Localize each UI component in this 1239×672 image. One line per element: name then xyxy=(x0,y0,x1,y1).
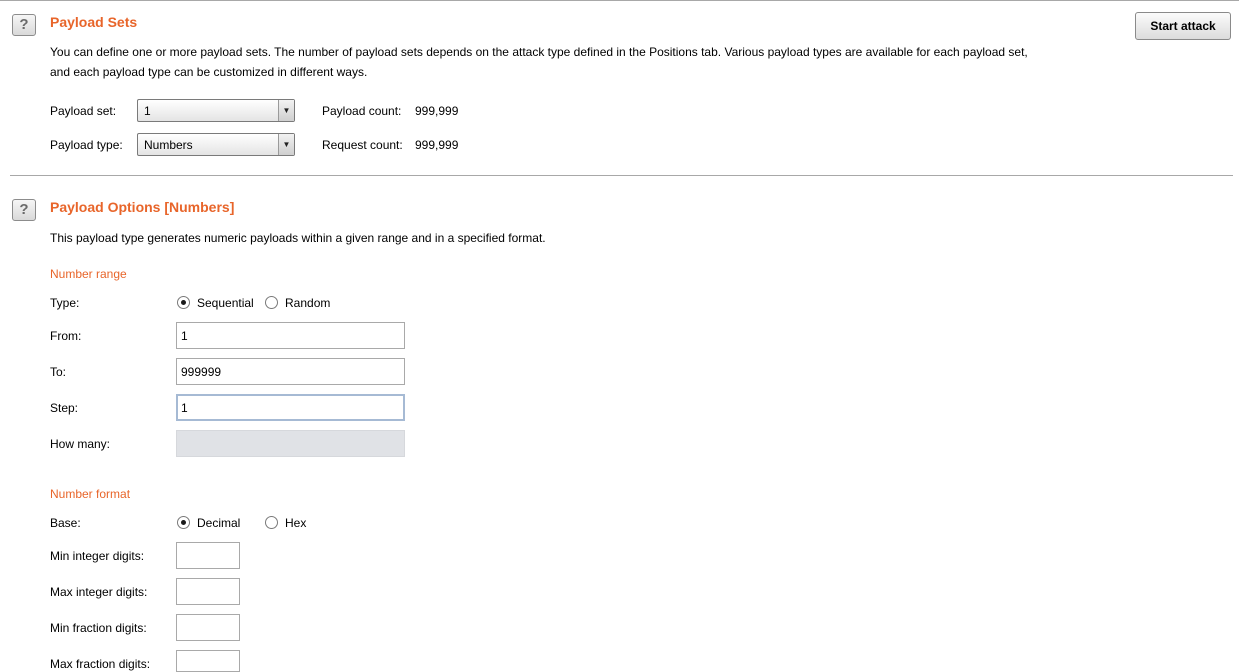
max-fraction-digits-field[interactable] xyxy=(176,650,240,672)
hex-radio[interactable] xyxy=(265,516,278,529)
from-label: From: xyxy=(50,329,82,343)
base-label: Base: xyxy=(50,516,81,530)
sequential-label[interactable]: Sequential xyxy=(197,296,254,310)
payload-set-value: 1 xyxy=(144,104,151,118)
min-fraction-digits-label: Min fraction digits: xyxy=(50,621,147,635)
chevron-down-icon[interactable]: ▼ xyxy=(278,134,294,155)
from-field[interactable]: 1 xyxy=(176,322,405,349)
number-range-heading: Number range xyxy=(50,267,127,281)
help-icon[interactable]: ? xyxy=(12,14,36,36)
number-format-heading: Number format xyxy=(50,487,131,501)
to-label: To: xyxy=(50,365,67,379)
max-fraction-digits-label: Max fraction digits: xyxy=(50,657,151,671)
how-many-label: How many: xyxy=(50,437,111,451)
payload-sets-description-line1: You can define one or more payload sets.… xyxy=(50,45,1028,59)
type-label: Type: xyxy=(50,296,80,310)
request-count-label: Request count: xyxy=(322,138,403,152)
chevron-down-icon[interactable]: ▼ xyxy=(278,100,294,121)
payload-set-select[interactable]: 1 ▼ xyxy=(137,99,295,122)
to-field[interactable]: 999999 xyxy=(176,358,405,385)
payload-options-description: This payload type generates numeric payl… xyxy=(50,231,546,245)
payload-type-select[interactable]: Numbers ▼ xyxy=(137,133,295,156)
payload-sets-title: Payload Sets xyxy=(50,14,138,30)
top-border xyxy=(0,0,1239,1)
payload-count-value: 999,999 xyxy=(415,104,459,118)
section-divider xyxy=(10,175,1233,176)
start-attack-button[interactable]: Start attack xyxy=(1135,12,1231,40)
decimal-label[interactable]: Decimal xyxy=(197,516,240,530)
max-integer-digits-label: Max integer digits: xyxy=(50,585,148,599)
payload-count-label: Payload count: xyxy=(322,104,402,118)
step-label: Step: xyxy=(50,401,79,415)
min-integer-digits-field[interactable] xyxy=(176,542,240,569)
payload-options-title: Payload Options [Numbers] xyxy=(50,199,235,215)
payload-set-label: Payload set: xyxy=(50,104,117,118)
payload-type-value: Numbers xyxy=(144,138,193,152)
random-label[interactable]: Random xyxy=(285,296,330,310)
payload-sets-description-line2: and each payload type can be customized … xyxy=(50,65,368,79)
help-icon[interactable]: ? xyxy=(12,199,36,221)
how-many-field xyxy=(176,430,405,457)
min-integer-digits-label: Min integer digits: xyxy=(50,549,145,563)
sequential-radio[interactable] xyxy=(177,296,190,309)
payload-type-label: Payload type: xyxy=(50,138,123,152)
max-integer-digits-field[interactable] xyxy=(176,578,240,605)
hex-label[interactable]: Hex xyxy=(285,516,306,530)
random-radio[interactable] xyxy=(265,296,278,309)
step-field[interactable]: 1 xyxy=(176,394,405,421)
decimal-radio[interactable] xyxy=(177,516,190,529)
min-fraction-digits-field[interactable] xyxy=(176,614,240,641)
request-count-value: 999,999 xyxy=(415,138,459,152)
